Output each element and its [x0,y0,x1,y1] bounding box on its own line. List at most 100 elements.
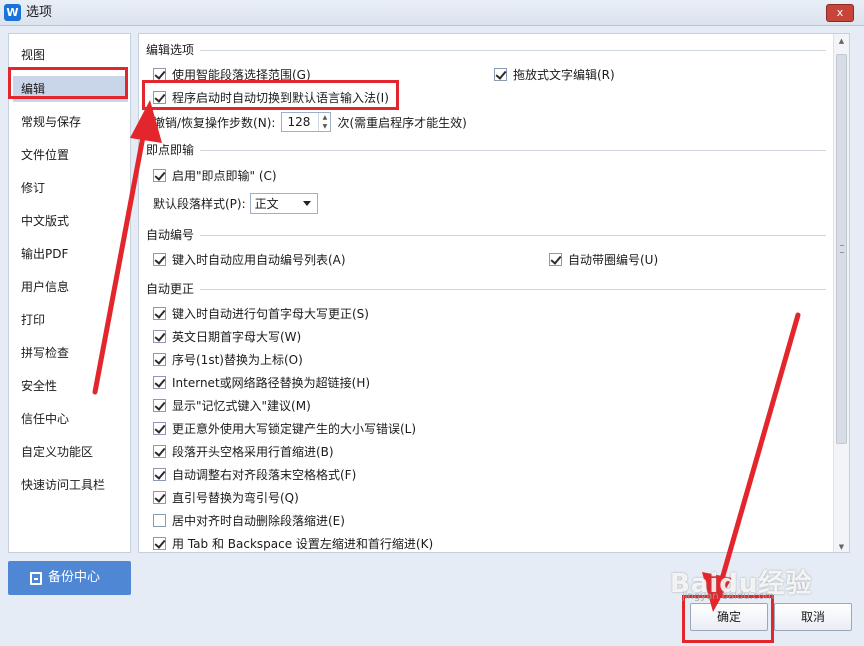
dialog-body: 视图 编辑 常规与保存 文件位置 修订 中文版式 输出PDF 用户信息 打印 拼… [0,26,864,646]
grip-icon [840,245,844,253]
checkbox[interactable] [549,252,562,266]
option-label: 键入时自动应用自动编号列表(A) [172,252,346,267]
close-button[interactable]: x [826,4,854,22]
section-divider [200,234,827,236]
option-label: 自动带圈编号(U) [568,252,659,267]
section-autocorrect: 自动更正 [146,281,827,297]
option-label: Internet或网络路径替换为超链接(H) [172,375,371,390]
option-autocorrect-0[interactable]: 键入时自动进行句首字母大写更正(S) [153,304,369,322]
vertical-scrollbar[interactable]: ▲ ▼ [833,34,849,552]
checkbox[interactable] [153,252,166,266]
undo-label: 撤销/恢复操作步数(N): [153,115,276,130]
category-sidebar: 视图 编辑 常规与保存 文件位置 修订 中文版式 输出PDF 用户信息 打印 拼… [8,33,131,553]
option-auto-ime[interactable]: 程序启动时自动切换到默认语言输入法(I) [153,88,389,106]
option-default-style: 默认段落样式(P): 正文 [153,192,318,214]
sidebar-item-quick-access-toolbar[interactable]: 快速访问工具栏 [13,472,128,498]
sidebar-item-trust-center[interactable]: 信任中心 [13,406,128,432]
option-autocorrect-8[interactable]: 直引号替换为弯引号(Q) [153,488,299,506]
sidebar-item-file-locations[interactable]: 文件位置 [13,142,128,168]
undo-steps-spinner[interactable]: 128 ▲ ▼ [281,112,332,132]
checkbox[interactable] [153,329,166,343]
checkbox[interactable] [153,352,166,366]
default-style-dropdown[interactable]: 正文 [249,192,318,214]
section-divider [200,149,827,151]
checkbox[interactable] [153,168,166,182]
checkbox[interactable] [153,467,166,481]
wps-app-icon: W [4,4,21,21]
scroll-up-icon[interactable]: ▲ [834,34,849,48]
sidebar-item-user-info[interactable]: 用户信息 [13,274,128,300]
option-label: 显示"记忆式键入"建议(M) [172,398,311,413]
checkbox[interactable] [153,490,166,504]
section-divider [200,49,827,51]
undo-suffix: 次(需重启程序才能生效) [337,115,467,130]
option-autocorrect-3[interactable]: Internet或网络路径替换为超链接(H) [153,373,370,391]
option-label: 自动调整右对齐段落末空格格式(F) [172,467,357,482]
cancel-button[interactable]: 取消 [774,603,852,631]
option-autocorrect-4[interactable]: 显示"记忆式键入"建议(M) [153,396,311,414]
section-click-and-type: 即点即输 [146,142,827,158]
sidebar-item-print[interactable]: 打印 [13,307,128,333]
default-style-value: 正文 [254,196,279,211]
sidebar-item-view[interactable]: 视图 [13,42,128,68]
options-panel: 编辑选项 使用智能段落选择范围(G) 拖放式文字编辑(R) 程序启动时自动切换到… [138,33,850,553]
section-edit-options: 编辑选项 [146,42,827,58]
option-undo-steps: 撤销/恢复操作步数(N): 128 ▲ ▼ 次(需重启程序才能生效) [153,111,467,133]
checkbox[interactable] [153,67,166,81]
sidebar-item-customize-ribbon[interactable]: 自定义功能区 [13,439,128,465]
sidebar-item-export-pdf[interactable]: 输出PDF [13,241,128,267]
checkbox[interactable] [153,90,166,104]
section-divider [200,288,827,290]
ok-button[interactable]: 确定 [690,603,768,631]
checkbox[interactable] [153,513,166,527]
sidebar-item-spell-check[interactable]: 拼写检查 [13,340,128,366]
section-title: 编辑选项 [146,43,195,57]
option-label: 英文日期首字母大写(W) [172,329,302,344]
checkbox[interactable] [153,444,166,458]
option-autocorrect-5[interactable]: 更正意外使用大写锁定键产生的大小写错误(L) [153,419,416,437]
option-smart-select[interactable]: 使用智能段落选择范围(G) [153,65,311,83]
sidebar-item-security[interactable]: 安全性 [13,373,128,399]
sidebar-item-revision[interactable]: 修订 [13,175,128,201]
chevron-down-icon [302,200,311,206]
option-label: 序号(1st)替换为上标(O) [172,352,303,367]
option-enable-click-type[interactable]: 启用"即点即输" (C) [153,166,277,184]
option-label: 直引号替换为弯引号(Q) [172,490,299,505]
scroll-thumb[interactable] [836,54,847,444]
sidebar-item-general-save[interactable]: 常规与保存 [13,109,128,135]
option-autocorrect-1[interactable]: 英文日期首字母大写(W) [153,327,301,345]
option-label: 更正意外使用大写锁定键产生的大小写错误(L) [172,421,417,436]
default-style-label: 默认段落样式(P): [153,196,246,211]
checkbox[interactable] [153,306,166,320]
option-label: 启用"即点即输" (C) [172,168,277,183]
option-autocorrect-2[interactable]: 序号(1st)替换为上标(O) [153,350,303,368]
backup-icon [30,572,42,585]
checkbox[interactable] [494,67,507,81]
checkbox[interactable] [153,536,166,550]
option-autocorrect-6[interactable]: 段落开头空格采用行首缩进(B) [153,442,334,460]
spinner-arrows-icon[interactable]: ▲ ▼ [318,113,330,131]
checkbox[interactable] [153,398,166,412]
checkbox[interactable] [153,375,166,389]
scroll-down-icon[interactable]: ▼ [834,540,849,552]
option-label: 用 Tab 和 Backspace 设置左缩进和首行缩进(K) [172,536,434,551]
option-autocorrect-9[interactable]: 居中对齐时自动删除段落缩进(E) [153,511,345,529]
title-bar: W 选项 x [0,0,864,26]
option-auto-list[interactable]: 键入时自动应用自动编号列表(A) [153,250,346,268]
backup-center-label: 备份中心 [48,570,101,585]
sidebar-item-chinese-layout[interactable]: 中文版式 [13,208,128,234]
sidebar-item-edit[interactable]: 编辑 [13,76,128,102]
option-label: 使用智能段落选择范围(G) [172,67,311,82]
option-label: 拖放式文字编辑(R) [513,67,615,82]
section-auto-numbering: 自动编号 [146,227,827,243]
checkbox[interactable] [153,421,166,435]
option-autocorrect-7[interactable]: 自动调整右对齐段落末空格格式(F) [153,465,356,483]
backup-center-button[interactable]: 备份中心 [8,561,131,595]
section-title: 自动编号 [146,228,195,242]
option-drag-edit[interactable]: 拖放式文字编辑(R) [494,65,615,83]
option-autocorrect-10[interactable]: 用 Tab 和 Backspace 设置左缩进和首行缩进(K) [153,534,433,552]
option-label: 居中对齐时自动删除段落缩进(E) [172,513,345,528]
section-title: 即点即输 [146,143,195,157]
option-auto-circle[interactable]: 自动带圈编号(U) [549,250,658,268]
option-label: 段落开头空格采用行首缩进(B) [172,444,334,459]
